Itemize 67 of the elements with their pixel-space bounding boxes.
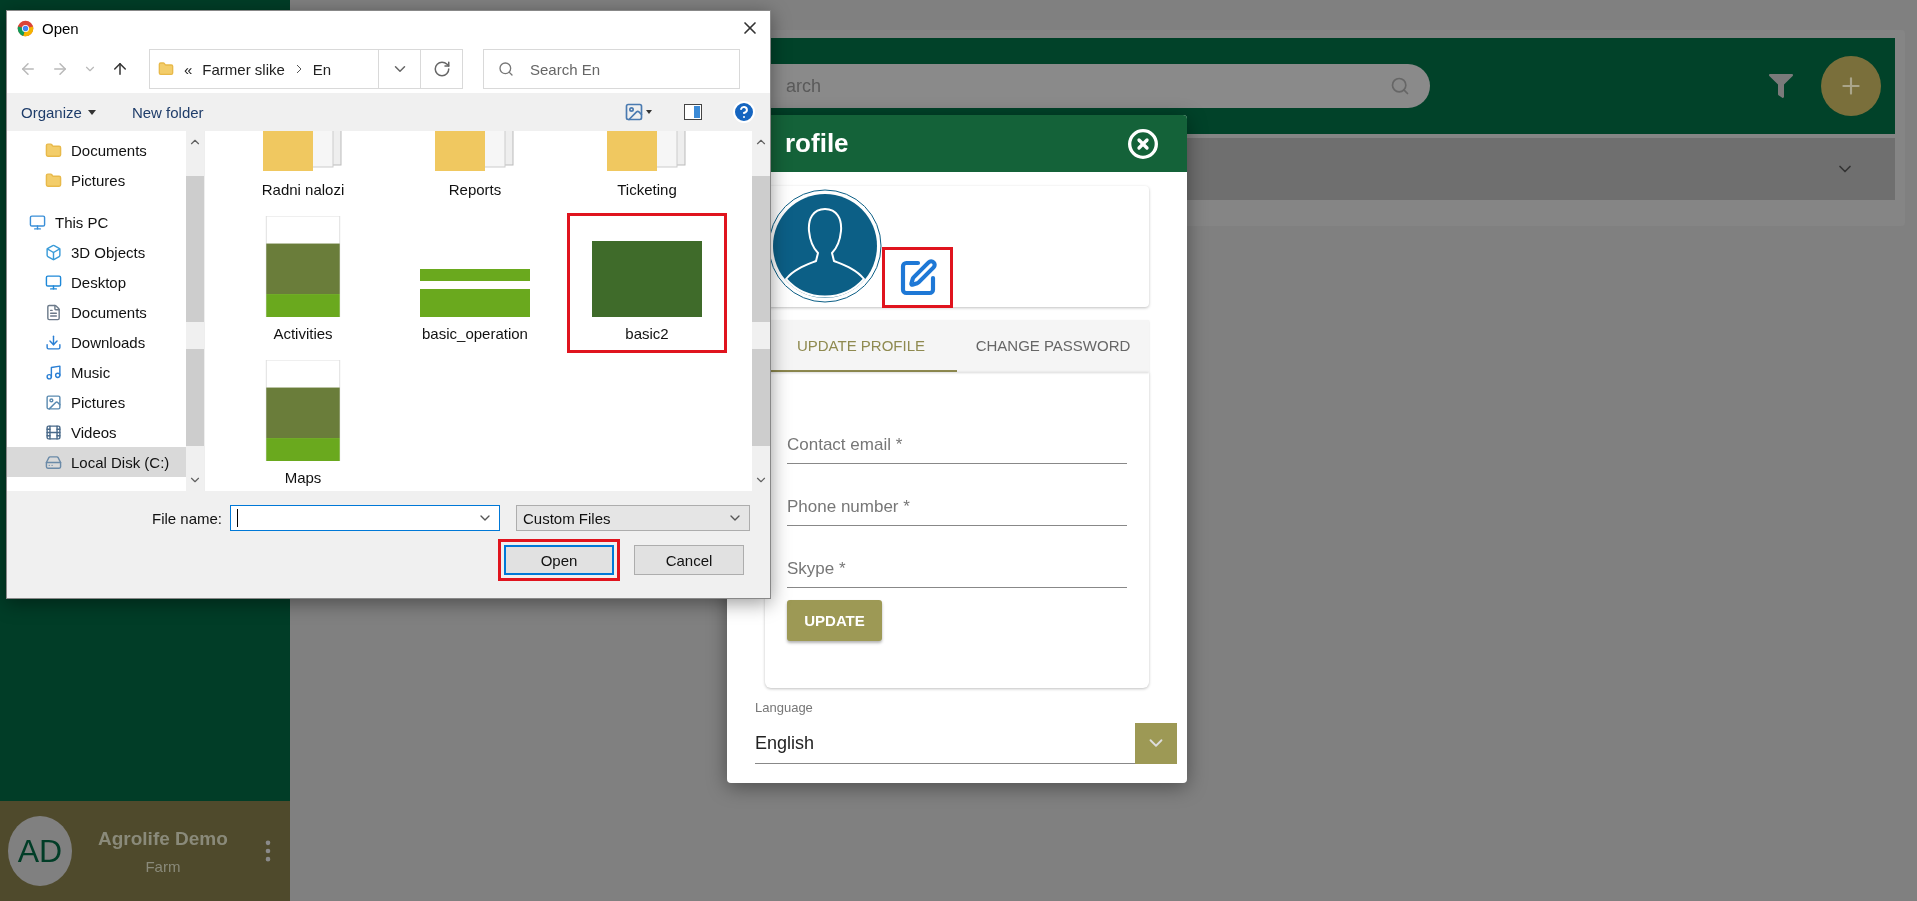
file-item[interactable]: Radni nalozi <box>223 131 383 209</box>
file-item[interactable]: Activities <box>223 213 383 353</box>
edit-photo-button[interactable] <box>882 247 953 308</box>
music-note-icon <box>45 363 62 381</box>
file-item[interactable]: Reports <box>395 131 555 209</box>
file-item[interactable]: Ticketing <box>567 131 727 209</box>
nav-item[interactable]: Videos <box>7 417 186 447</box>
nav-item[interactable]: Local Disk (C:) <box>7 447 186 477</box>
chevron-right-icon <box>294 63 303 75</box>
folder-icon <box>45 171 62 189</box>
filter-icon[interactable] <box>1769 74 1793 98</box>
nav-item[interactable]: Documents <box>7 135 186 165</box>
file-item[interactable]: basic2 <box>567 213 727 353</box>
add-button[interactable] <box>1821 56 1881 116</box>
nav-item[interactable]: Downloads <box>7 327 186 357</box>
file-name-label: File name: <box>151 509 222 527</box>
document-icon <box>45 303 62 321</box>
search-icon <box>498 61 514 77</box>
browser-logo-icon <box>17 19 34 37</box>
search-icon <box>1390 76 1410 96</box>
modal-title: rofile <box>785 128 849 159</box>
nav-item[interactable]: Pictures <box>7 165 186 195</box>
film-icon <box>45 423 62 441</box>
path-overflow[interactable]: « <box>184 60 193 78</box>
input-field[interactable]: Contact email * <box>787 402 1127 464</box>
file-name-field[interactable] <box>230 505 500 531</box>
toolbar-button[interactable]: New folder <box>131 103 204 121</box>
view-options-icon[interactable] <box>624 102 654 122</box>
file-type-select[interactable]: Custom Files <box>516 505 750 531</box>
nav-item[interactable]: Documents <box>7 297 186 327</box>
language-select[interactable]: English <box>755 723 1177 764</box>
search-field[interactable]: Search En <box>483 49 740 89</box>
cube-icon <box>45 243 62 261</box>
monitor-icon <box>29 213 46 231</box>
dialog-title: Open <box>42 19 80 37</box>
language-label: Language <box>755 700 814 715</box>
dropdown-button[interactable] <box>1135 722 1177 764</box>
download-icon <box>45 333 62 351</box>
nav-item[interactable]: This PC <box>7 207 186 237</box>
up-arrow-icon[interactable] <box>111 60 129 78</box>
help-icon[interactable] <box>732 100 756 124</box>
input-field[interactable]: Skype * <box>787 526 1127 588</box>
dialog-button[interactable]: Cancel <box>634 545 744 575</box>
caret-icon <box>87 109 96 115</box>
file-item[interactable]: basic_operation <box>395 213 555 353</box>
tab[interactable]: CHANGE PASSWORD <box>957 320 1149 372</box>
breadcrumb[interactable]: Farmer slike <box>202 60 285 78</box>
dialog-button[interactable]: Open <box>504 545 614 575</box>
menu-button[interactable]: Organize <box>21 103 96 121</box>
picture-icon <box>45 393 62 411</box>
user-avatar: AD <box>8 816 72 886</box>
nav-item[interactable]: Pictures <box>7 387 186 417</box>
user-role: Farm <box>145 857 181 875</box>
monitor-icon <box>45 273 62 291</box>
nav-item[interactable]: 3D Objects <box>7 237 186 267</box>
user-name: Agrolife Demo <box>98 827 228 850</box>
folder-icon <box>45 141 62 159</box>
nav-item[interactable]: Desktop <box>7 267 186 297</box>
breadcrumb[interactable]: En <box>312 60 332 78</box>
close-icon[interactable] <box>1127 127 1159 160</box>
file-item[interactable]: Maps <box>223 357 383 491</box>
preview-pane-icon[interactable] <box>684 104 702 120</box>
folder-icon <box>158 61 174 77</box>
drive-icon <box>45 453 62 471</box>
input-field[interactable]: Phone number * <box>787 464 1127 526</box>
address-bar[interactable]: « Farmer slike En <box>149 49 463 89</box>
nav-item[interactable]: Music <box>7 357 186 387</box>
